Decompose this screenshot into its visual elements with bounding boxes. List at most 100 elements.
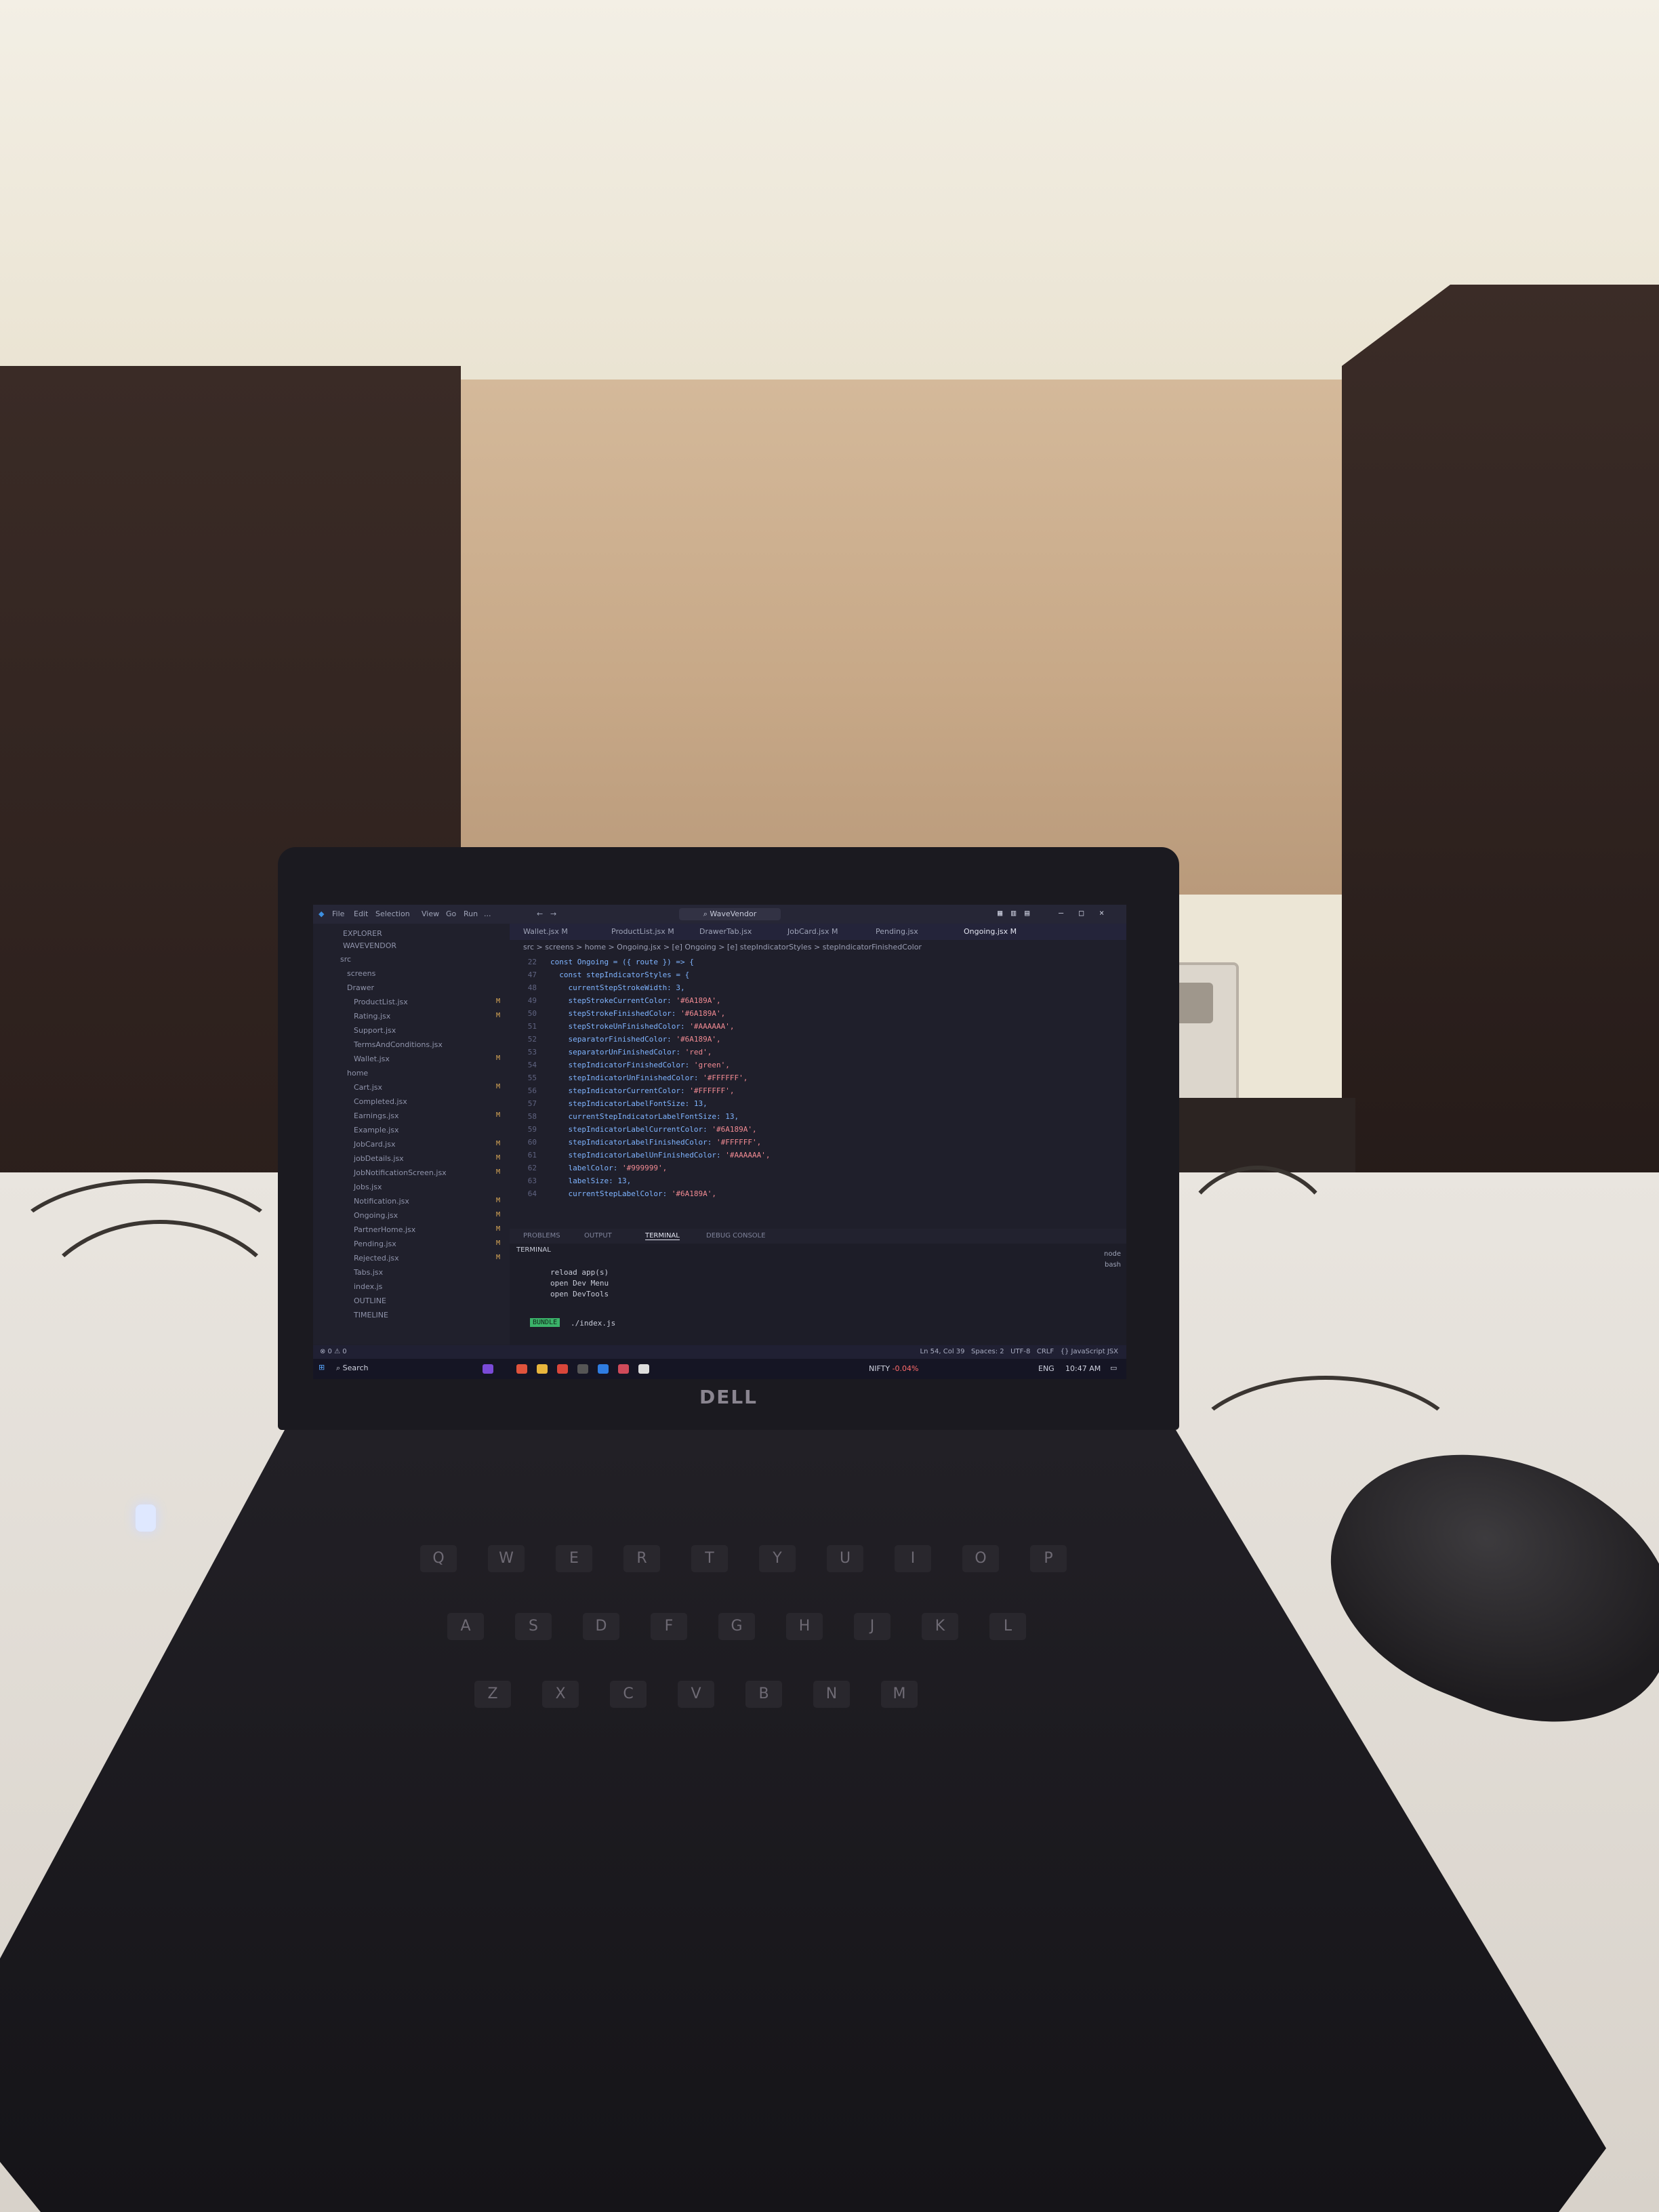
explorer-item[interactable]: src [340,955,351,964]
project-name[interactable]: WAVEVENDOR [343,941,396,950]
clock[interactable]: 10:47 AM [1065,1364,1101,1373]
git-modified-badge: M [496,1140,501,1147]
code-line: stepIndicatorUnFinishedColor: '#FFFFFF', [550,1073,747,1082]
code-string: 'red', [684,1048,712,1057]
cubicle-back-panel [380,380,1423,895]
explorer-item[interactable]: Cart.jsx [354,1083,382,1092]
explorer-item[interactable]: Tabs.jsx [354,1268,383,1277]
status-bar: ⊗ 0 ⚠ 0 Ln 54, Col 39 Spaces: 2 UTF-8 CR… [313,1345,1126,1359]
explorer-item[interactable]: Drawer [347,983,374,992]
line-number: 57 [527,1099,537,1108]
sidebar-toggle-icon[interactable]: ▥ [1011,908,1021,918]
browser-icon[interactable] [516,1364,527,1374]
explorer-item[interactable]: Rating.jsx [354,1012,390,1021]
explorer-item[interactable]: Support.jsx [354,1026,396,1035]
explorer-item[interactable]: TermsAndConditions.jsx [354,1040,443,1049]
editor-tab[interactable]: JobCard.jsx M [787,927,838,936]
code-line: stepIndicatorLabelUnFinishedColor: '#AAA… [550,1151,770,1160]
explorer-item[interactable]: Notification.jsx [354,1197,409,1206]
maximize-icon[interactable]: □ [1079,908,1088,918]
editor-tab[interactable]: Ongoing.jsx M [964,927,1017,936]
title-bar: ◆ File Edit Selection View Go Run ... ← … [313,905,1126,924]
code-string: '#FFFFFF', [689,1086,735,1095]
explorer-item[interactable]: Example.jsx [354,1126,399,1134]
code-text: currentStepStrokeWidth: 3, [550,983,685,992]
terminal-line: reload app(s) [550,1268,609,1277]
git-modified-badge: M [496,1240,501,1247]
language-indicator[interactable]: ENG [1038,1364,1054,1373]
chrome-icon[interactable] [557,1364,568,1374]
folder-icon[interactable] [537,1364,548,1374]
close-icon[interactable]: × [1099,908,1109,918]
explorer-item[interactable]: Wallet.jsx [354,1054,390,1063]
explorer-item[interactable]: PartnerHome.jsx [354,1225,415,1234]
explorer-item[interactable]: TIMELINE [354,1311,388,1319]
terminal-line: open Dev Menu [550,1279,609,1288]
cursor-info[interactable]: Ln 54, Col 39 Spaces: 2 UTF-8 CRLF {} Ja… [920,1348,1118,1355]
keyboard-key: F [651,1613,687,1640]
notification-icon[interactable]: ▭ [1110,1364,1117,1372]
explorer-item[interactable]: home [347,1069,368,1078]
panel-tab[interactable]: PROBLEMS [523,1232,560,1240]
explorer-item[interactable]: JobNotificationScreen.jsx [354,1168,447,1177]
editor-tab[interactable]: ProductList.jsx M [611,927,674,936]
code-line: separatorFinishedColor: '#6A189A', [550,1035,720,1044]
app-icon[interactable] [577,1364,588,1374]
menu-go[interactable]: Go [446,909,456,918]
explorer-item[interactable]: JobCard.jsx [354,1140,395,1149]
explorer-item[interactable]: Earnings.jsx [354,1111,399,1120]
code-line: labelColor: '#999999', [550,1164,667,1172]
explorer-item[interactable]: Pending.jsx [354,1240,396,1248]
line-number: 63 [527,1176,537,1185]
editor-tab[interactable]: DrawerTab.jsx [699,927,752,936]
menu-run[interactable]: Run [464,909,478,918]
app-icon[interactable] [483,1364,493,1374]
forward-arrow-icon[interactable]: → [550,909,556,918]
code-string: '#6A189A', [671,1189,717,1198]
line-number: 54 [527,1061,537,1069]
menu-edit[interactable]: Edit [354,909,368,918]
line-number: 56 [527,1086,537,1095]
command-search[interactable]: ⌕ WaveVendor [679,908,781,920]
vscode-taskbar-icon[interactable] [598,1364,609,1374]
panel-tab[interactable]: TERMINAL [645,1232,680,1240]
editor-tab[interactable]: Wallet.jsx M [523,927,568,936]
stock-ticker[interactable]: NIFTY -0.04% [869,1364,918,1373]
problems-count[interactable]: ⊗ 0 ⚠ 0 [320,1348,347,1355]
explorer-item[interactable]: Jobs.jsx [354,1183,382,1191]
explorer-item[interactable]: ProductList.jsx [354,998,408,1006]
menu-more[interactable]: ... [484,909,491,918]
panel-tab[interactable]: DEBUG CONSOLE [706,1232,766,1240]
code-line: stepStrokeFinishedColor: '#6A189A', [550,1009,725,1018]
menu-view[interactable]: View [422,909,439,918]
app-icon[interactable] [638,1364,649,1374]
explorer-item[interactable]: Ongoing.jsx [354,1211,398,1220]
panel-tab[interactable]: OUTPUT [584,1232,612,1240]
code-line: stepIndicatorLabelCurrentColor: '#6A189A… [550,1125,756,1134]
shell-bash[interactable]: bash [1105,1261,1121,1269]
layout-icon[interactable]: ▦ [998,908,1007,918]
code-text: stepIndicatorFinishedColor: [550,1061,694,1069]
explorer-item[interactable]: jobDetails.jsx [354,1154,404,1163]
panel-toggle-icon[interactable]: ▤ [1025,908,1034,918]
back-arrow-icon[interactable]: ← [537,909,543,918]
code-editor[interactable]: 22 const Ongoing = ({ route }) => {47 con… [510,954,1126,1211]
windows-start-icon[interactable]: ⊞ [319,1363,325,1372]
menu-file[interactable]: File [332,909,344,918]
breadcrumb[interactable]: src > screens > home > Ongoing.jsx > [e]… [523,943,922,951]
explorer-item[interactable]: screens [347,969,375,978]
explorer-item[interactable]: Completed.jsx [354,1097,407,1106]
explorer-item[interactable]: Rejected.jsx [354,1254,399,1263]
editor-tab[interactable]: Pending.jsx [876,927,918,936]
explorer-item[interactable]: index.js [354,1282,382,1291]
minimize-icon[interactable]: – [1059,908,1068,918]
app-icon[interactable] [618,1364,629,1374]
windows-taskbar: ⊞ ⌕ Search NIFTY -0.04% ENG 10:47 AM ▭ [313,1359,1126,1379]
terminal-panel[interactable]: TERMINAL reload app(s) open Dev Menu ope… [510,1244,1126,1345]
keyboard-key: Q [420,1545,457,1572]
explorer-item[interactable]: OUTLINE [354,1296,386,1305]
taskbar-search[interactable]: ⌕ Search [336,1364,445,1373]
line-number: 49 [527,996,537,1005]
shell-node[interactable]: node [1104,1250,1121,1258]
menu-selection[interactable]: Selection [375,909,410,918]
